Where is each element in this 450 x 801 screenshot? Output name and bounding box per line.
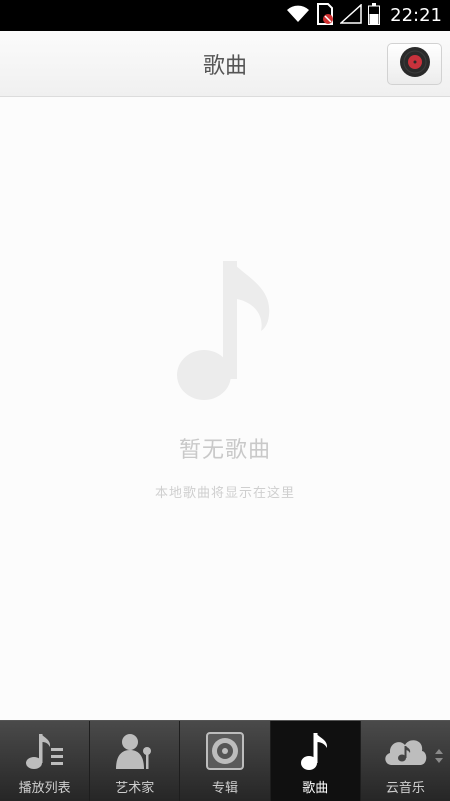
tab-label: 艺术家 — [115, 781, 155, 796]
now-playing-button[interactable] — [387, 43, 442, 85]
tab-label: 歌曲 — [302, 781, 329, 796]
playlist-icon — [25, 731, 65, 771]
tab-cloud-music[interactable]: 云音乐 — [361, 721, 450, 801]
artist-icon — [113, 731, 157, 771]
empty-subtitle: 本地歌曲将显示在这里 — [154, 486, 295, 501]
tab-label: 云音乐 — [385, 781, 425, 796]
tab-playlist[interactable]: 播放列表 — [0, 721, 91, 801]
song-list-empty-state: 暂无歌曲 本地歌曲将显示在这里 — [0, 97, 450, 720]
bottom-tab-bar: 播放列表 艺术家 专辑 歌曲 云音乐 — [0, 720, 450, 801]
tab-songs[interactable]: 歌曲 — [270, 721, 361, 801]
tab-artist[interactable]: 艺术家 — [90, 721, 181, 801]
signal-icon — [339, 2, 362, 28]
vinyl-record-icon — [399, 46, 431, 82]
tab-album[interactable]: 专辑 — [180, 721, 271, 801]
battery-icon — [368, 2, 381, 29]
page-title: 歌曲 — [202, 54, 247, 79]
tab-label: 专辑 — [212, 781, 239, 796]
music-note-icon — [176, 257, 276, 411]
status-bar: 22:21 — [0, 0, 450, 31]
status-icons: 22:21 — [286, 2, 442, 29]
music-note-icon — [300, 731, 330, 771]
title-bar: 歌曲 — [0, 31, 450, 97]
expand-arrows-icon — [434, 747, 444, 769]
empty-title: 暂无歌曲 — [178, 438, 271, 463]
cloud-music-icon — [382, 731, 428, 771]
album-icon — [205, 731, 245, 771]
wifi-icon — [286, 5, 310, 27]
tab-label: 播放列表 — [18, 781, 71, 796]
clock: 22:21 — [390, 5, 442, 26]
sim-blocked-icon — [316, 2, 334, 29]
